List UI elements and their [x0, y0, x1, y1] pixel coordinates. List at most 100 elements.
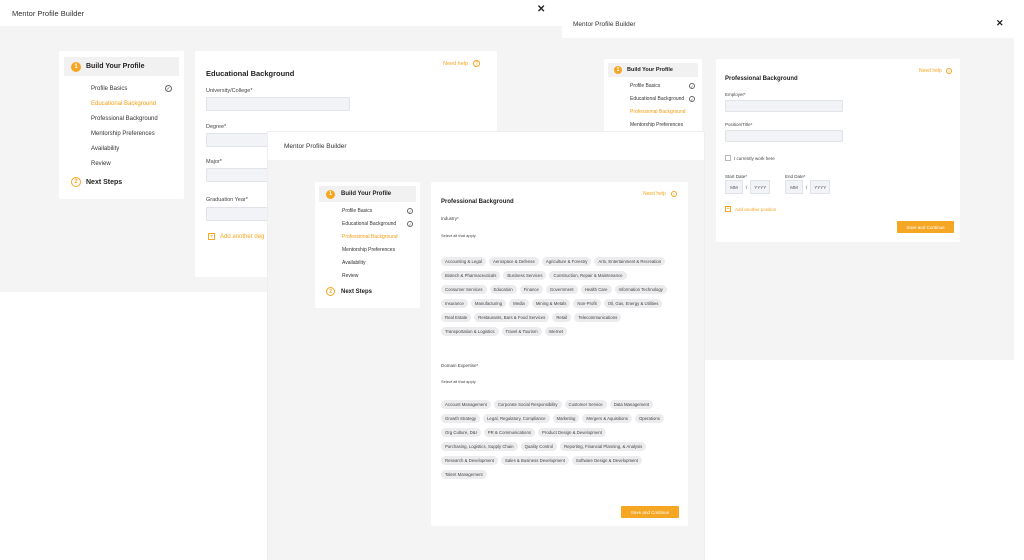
sidebar-item-educational[interactable]: Educational Background — [91, 99, 172, 108]
chip-option[interactable]: Media — [509, 299, 529, 308]
close-icon[interactable]: ✕ — [996, 18, 1004, 29]
sidebar-item-mentorship[interactable]: Mentorship Preferences — [342, 246, 413, 254]
chip-option[interactable]: Product Design & Development — [538, 428, 606, 437]
sidebar-item-profile-basics[interactable]: Profile Basics ✓ — [342, 207, 413, 215]
end-month-input[interactable]: MM — [785, 180, 803, 194]
chip-option[interactable]: Sales & Business Development — [500, 456, 569, 465]
end-date-field[interactable]: MM / YYYY — [785, 180, 831, 194]
step-next-steps[interactable]: 2 Next Steps — [64, 175, 179, 189]
current-work-checkbox[interactable]: I currently work here — [725, 155, 775, 161]
chip-option[interactable]: Construction, Repair & Maintenance — [549, 271, 627, 280]
help-link[interactable]: Need help ? — [643, 191, 677, 197]
chip-option[interactable]: Arts, Entertainment & Recreation — [594, 257, 666, 266]
close-icon[interactable]: ✕ — [537, 4, 545, 15]
position-input[interactable] — [725, 130, 843, 142]
start-date-field[interactable]: MM / YYYY — [725, 180, 771, 194]
step-build-profile[interactable]: 1 Build Your Profile — [64, 57, 179, 76]
sidebar-item-professional[interactable]: Professional Background — [630, 108, 695, 116]
chip-option[interactable]: Accounting & Legal — [441, 257, 487, 266]
sidebar-item-availability[interactable]: Availability — [342, 259, 413, 267]
sidebar-item-review[interactable]: Review — [91, 159, 172, 168]
chip-option[interactable]: Customer Service — [564, 400, 607, 409]
chip-option[interactable]: Talent Management — [441, 470, 487, 479]
end-year-input[interactable]: YYYY — [810, 180, 831, 194]
sidebar-item-profile-basics[interactable]: Profile Basics ✓ — [91, 84, 172, 93]
help-link[interactable]: Need help ? — [919, 68, 952, 74]
chip-option[interactable]: Manufacturing — [470, 299, 507, 308]
chip-option[interactable]: Mergers & Aquisitions — [582, 414, 632, 423]
chip-option[interactable]: Travel & Tourism — [501, 327, 542, 336]
chip-option[interactable]: Oil, Gas, Energy & Utilities — [603, 299, 663, 308]
chip-option[interactable]: Data Management — [609, 400, 654, 409]
chip-option[interactable]: Account Management — [441, 400, 491, 409]
chip-option[interactable]: Quality Control — [520, 442, 557, 451]
step-build-profile[interactable]: 1 Build Your Profile — [319, 186, 416, 202]
chip-option[interactable]: Legal, Regulatory, Compliance — [483, 414, 550, 423]
chip-option[interactable]: Telecommunications — [574, 313, 622, 322]
checkbox-box[interactable] — [725, 155, 731, 161]
add-degree-link[interactable]: + Add another deg — [208, 233, 264, 240]
chip-option[interactable]: Non-Profit — [573, 299, 601, 308]
chip-option[interactable]: Software Design & Development — [571, 456, 643, 465]
chip-option[interactable]: Biotech & Pharmaceuticals — [441, 271, 501, 280]
chip-option[interactable]: Real Estate — [441, 313, 472, 322]
save-continue-button[interactable]: Save and Continue — [897, 221, 954, 233]
sidebar-item-availability[interactable]: Availability — [91, 144, 172, 153]
degree-label: Degree* — [206, 124, 227, 130]
save-continue-button[interactable]: Save and Continue — [621, 506, 679, 518]
sidebar-item-review[interactable]: Review — [342, 272, 413, 280]
chip-option[interactable]: Agriculture & Forestry — [541, 257, 592, 266]
chip-option[interactable]: Education — [489, 285, 517, 294]
employer-label: Employer* — [725, 92, 746, 97]
chip-option[interactable]: Insurance — [441, 299, 468, 308]
chip-option[interactable]: Business Services — [503, 271, 547, 280]
sidebar-item-label: Profile Basics — [91, 85, 128, 92]
sidebar-item-educational[interactable]: Educational Background ✓ — [630, 95, 695, 103]
chip-option[interactable]: Growth Strategy — [441, 414, 481, 423]
employer-input[interactable] — [725, 100, 843, 112]
industry-label: Industry* — [441, 216, 459, 221]
chip-option[interactable]: Corporate Social Responsibility — [493, 400, 562, 409]
chip-option[interactable]: Internet — [544, 327, 568, 336]
help-link[interactable]: Need help ? — [443, 60, 481, 67]
chip-option[interactable]: Aerospace & Defense — [489, 257, 539, 266]
start-month-input[interactable]: MM — [725, 180, 743, 194]
chip-option[interactable]: Consumer Services — [441, 285, 487, 294]
chip-option[interactable]: Restaurants, Bars & Food Services — [474, 313, 550, 322]
chip-option[interactable]: Research & Development — [441, 456, 498, 465]
plus-icon: + — [208, 233, 215, 240]
chip-option[interactable]: Mining & Metals — [531, 299, 571, 308]
step-next-steps[interactable]: 2 Next Steps — [319, 285, 416, 298]
sidebar-item-profile-basics[interactable]: Profile Basics ✓ — [630, 82, 695, 90]
sidebar-item-mentorship[interactable]: Mentorship Preferences — [91, 129, 172, 138]
chip-option[interactable]: Reporting, Financial Planning, & Analysi… — [559, 442, 647, 451]
chip-option[interactable]: Finance — [519, 285, 543, 294]
chip-option[interactable]: Org Culture, D&I — [441, 428, 481, 437]
chip-option[interactable]: Information Technology — [614, 285, 667, 294]
sidebar-item-mentorship[interactable]: Mentorship Preferences — [630, 121, 695, 129]
step-build-profile[interactable]: 1 Build Your Profile — [608, 63, 698, 77]
major-label: Major* — [206, 159, 222, 165]
grad-year-label: Graduation Year* — [206, 197, 248, 203]
sidebar-item-professional[interactable]: Professional Background — [342, 233, 413, 241]
chip-option[interactable]: Operations — [634, 414, 664, 423]
check-icon: ✓ — [165, 85, 172, 92]
step-number-2: 2 — [326, 287, 335, 296]
chip-option[interactable]: Transportation & Logistics — [441, 327, 499, 336]
university-input[interactable] — [206, 97, 350, 111]
check-icon: ✓ — [689, 96, 695, 102]
sidebar-item-educational[interactable]: Educational Background ✓ — [342, 220, 413, 228]
chip-option[interactable]: Retail — [552, 313, 572, 322]
professional-form-2: Need help ? Professional Background Empl… — [716, 59, 960, 242]
sidebar-item-professional[interactable]: Professional Background — [91, 114, 172, 123]
position-label: Position/Title* — [725, 122, 753, 127]
chip-option[interactable]: PR & Communications — [483, 428, 535, 437]
chip-option[interactable]: Purchasing, Logistics, Supply Chain — [441, 442, 518, 451]
chip-option[interactable]: Marketing — [552, 414, 580, 423]
chip-option[interactable]: Health Care — [580, 285, 612, 294]
chip-option[interactable]: Government — [545, 285, 578, 294]
question-icon: ? — [945, 68, 952, 74]
add-position-link[interactable]: + Add another position — [725, 206, 776, 212]
domain-chip-list: Account Management Corporate Social Respo… — [441, 400, 677, 479]
start-year-input[interactable]: YYYY — [750, 180, 771, 194]
